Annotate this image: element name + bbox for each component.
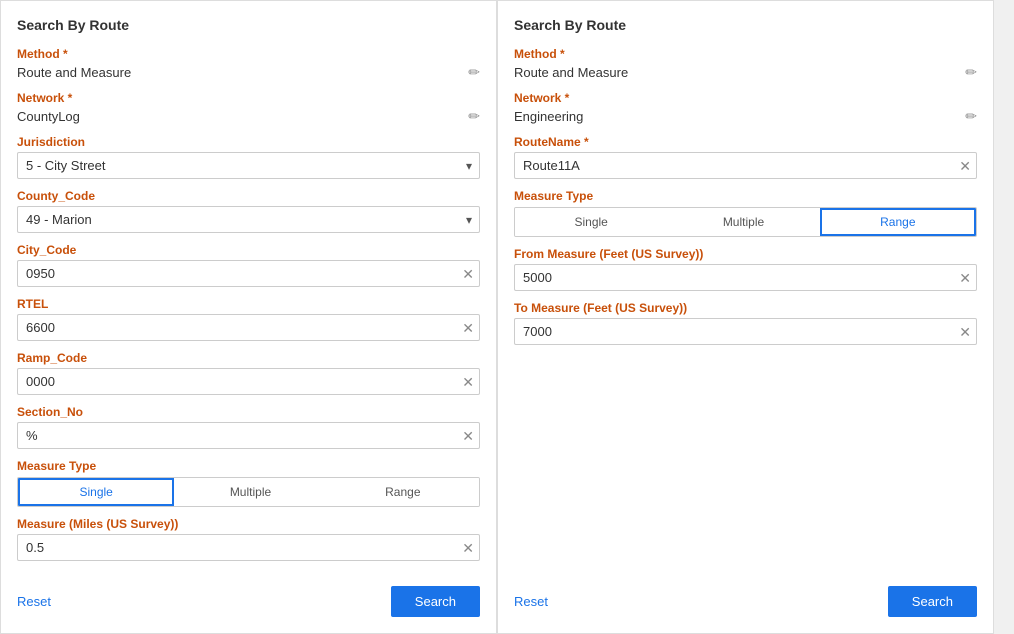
right-method-edit-icon[interactable]: ✏ (965, 64, 977, 81)
right-method-label: Method * (514, 47, 977, 61)
right-footer: Reset Search (514, 578, 977, 617)
left-city-code-wrapper: ✕ (17, 260, 480, 287)
right-tab-single[interactable]: Single (515, 208, 667, 236)
right-network-group: Network * Engineering ✏ (514, 91, 977, 125)
left-network-edit-icon[interactable]: ✏ (468, 108, 480, 125)
left-jurisdiction-select[interactable]: 5 - City Street 1 - State 2 - County (17, 152, 480, 179)
left-method-value: Route and Measure (17, 65, 464, 80)
left-jurisdiction-group: Jurisdiction 5 - City Street 1 - State 2… (17, 135, 480, 179)
right-tab-range[interactable]: Range (820, 208, 976, 236)
left-rtel-group: RTEL ✕ (17, 297, 480, 341)
left-measure-tabs: Single Multiple Range (17, 477, 480, 507)
left-rtel-input[interactable] (17, 314, 480, 341)
left-search-button[interactable]: Search (391, 586, 480, 617)
left-network-value: CountyLog (17, 109, 464, 124)
right-from-measure-group: From Measure (Feet (US Survey)) ✕ (514, 247, 977, 291)
left-county-code-label: County_Code (17, 189, 480, 203)
left-jurisdiction-wrapper: 5 - City Street 1 - State 2 - County ▾ (17, 152, 480, 179)
right-from-measure-label: From Measure (Feet (US Survey)) (514, 247, 977, 261)
left-measure-clear-button[interactable]: ✕ (462, 541, 474, 555)
left-rtel-wrapper: ✕ (17, 314, 480, 341)
left-section-no-wrapper: ✕ (17, 422, 480, 449)
left-city-code-clear-button[interactable]: ✕ (462, 267, 474, 281)
right-routename-wrapper: ✕ (514, 152, 977, 179)
left-tab-range[interactable]: Range (327, 478, 479, 506)
left-county-code-wrapper: 49 - Marion 1 - Adams 2 - Allen ▾ (17, 206, 480, 233)
left-ramp-code-label: Ramp_Code (17, 351, 480, 365)
left-ramp-code-input[interactable] (17, 368, 480, 395)
right-to-measure-clear-button[interactable]: ✕ (959, 325, 971, 339)
left-network-row: CountyLog ✏ (17, 108, 480, 125)
left-measure-type-group: Measure Type Single Multiple Range (17, 459, 480, 507)
left-rtel-label: RTEL (17, 297, 480, 311)
right-network-label: Network * (514, 91, 977, 105)
left-section-no-clear-button[interactable]: ✕ (462, 429, 474, 443)
left-measure-type-label: Measure Type (17, 459, 480, 473)
right-to-measure-input[interactable] (514, 318, 977, 345)
right-routename-input[interactable] (514, 152, 977, 179)
left-city-code-label: City_Code (17, 243, 480, 257)
left-tab-single[interactable]: Single (18, 478, 174, 506)
left-panel: Search By Route Method * Route and Measu… (0, 0, 497, 634)
right-from-measure-wrapper: ✕ (514, 264, 977, 291)
left-city-code-input[interactable] (17, 260, 480, 287)
left-method-edit-icon[interactable]: ✏ (468, 64, 480, 81)
left-method-group: Method * Route and Measure ✏ (17, 47, 480, 81)
right-tab-multiple[interactable]: Multiple (667, 208, 819, 236)
left-ramp-code-clear-button[interactable]: ✕ (462, 375, 474, 389)
left-ramp-code-wrapper: ✕ (17, 368, 480, 395)
right-measure-tabs: Single Multiple Range (514, 207, 977, 237)
left-measure-wrapper: ✕ (17, 534, 480, 561)
left-county-code-group: County_Code 49 - Marion 1 - Adams 2 - Al… (17, 189, 480, 233)
right-method-group: Method * Route and Measure ✏ (514, 47, 977, 81)
right-search-button[interactable]: Search (888, 586, 977, 617)
left-measure-input[interactable] (17, 534, 480, 561)
right-to-measure-group: To Measure (Feet (US Survey)) ✕ (514, 301, 977, 345)
right-method-row: Route and Measure ✏ (514, 64, 977, 81)
right-to-measure-label: To Measure (Feet (US Survey)) (514, 301, 977, 315)
left-measure-label: Measure (Miles (US Survey)) (17, 517, 480, 531)
left-network-group: Network * CountyLog ✏ (17, 91, 480, 125)
left-rtel-clear-button[interactable]: ✕ (462, 321, 474, 335)
right-routename-clear-button[interactable]: ✕ (959, 159, 971, 173)
left-footer: Reset Search (17, 578, 480, 617)
right-measure-type-label: Measure Type (514, 189, 977, 203)
right-reset-button[interactable]: Reset (514, 594, 548, 609)
left-measure-group: Measure (Miles (US Survey)) ✕ (17, 517, 480, 561)
left-jurisdiction-label: Jurisdiction (17, 135, 480, 149)
left-county-code-select[interactable]: 49 - Marion 1 - Adams 2 - Allen (17, 206, 480, 233)
right-method-value: Route and Measure (514, 65, 961, 80)
left-section-no-group: Section_No ✕ (17, 405, 480, 449)
left-method-row: Route and Measure ✏ (17, 64, 480, 81)
left-city-code-group: City_Code ✕ (17, 243, 480, 287)
left-section-no-label: Section_No (17, 405, 480, 419)
right-from-measure-input[interactable] (514, 264, 977, 291)
right-panel-title: Search By Route (514, 17, 977, 33)
left-network-label: Network * (17, 91, 480, 105)
right-from-measure-clear-button[interactable]: ✕ (959, 271, 971, 285)
left-tab-multiple[interactable]: Multiple (174, 478, 326, 506)
left-ramp-code-group: Ramp_Code ✕ (17, 351, 480, 395)
left-method-label: Method * (17, 47, 480, 61)
right-network-value: Engineering (514, 109, 961, 124)
right-panel: Search By Route Method * Route and Measu… (497, 0, 994, 634)
right-routename-label: RouteName * (514, 135, 977, 149)
right-network-edit-icon[interactable]: ✏ (965, 108, 977, 125)
left-reset-button[interactable]: Reset (17, 594, 51, 609)
left-section-no-input[interactable] (17, 422, 480, 449)
right-to-measure-wrapper: ✕ (514, 318, 977, 345)
right-routename-group: RouteName * ✕ (514, 135, 977, 179)
left-panel-title: Search By Route (17, 17, 480, 33)
right-measure-type-group: Measure Type Single Multiple Range (514, 189, 977, 237)
right-network-row: Engineering ✏ (514, 108, 977, 125)
